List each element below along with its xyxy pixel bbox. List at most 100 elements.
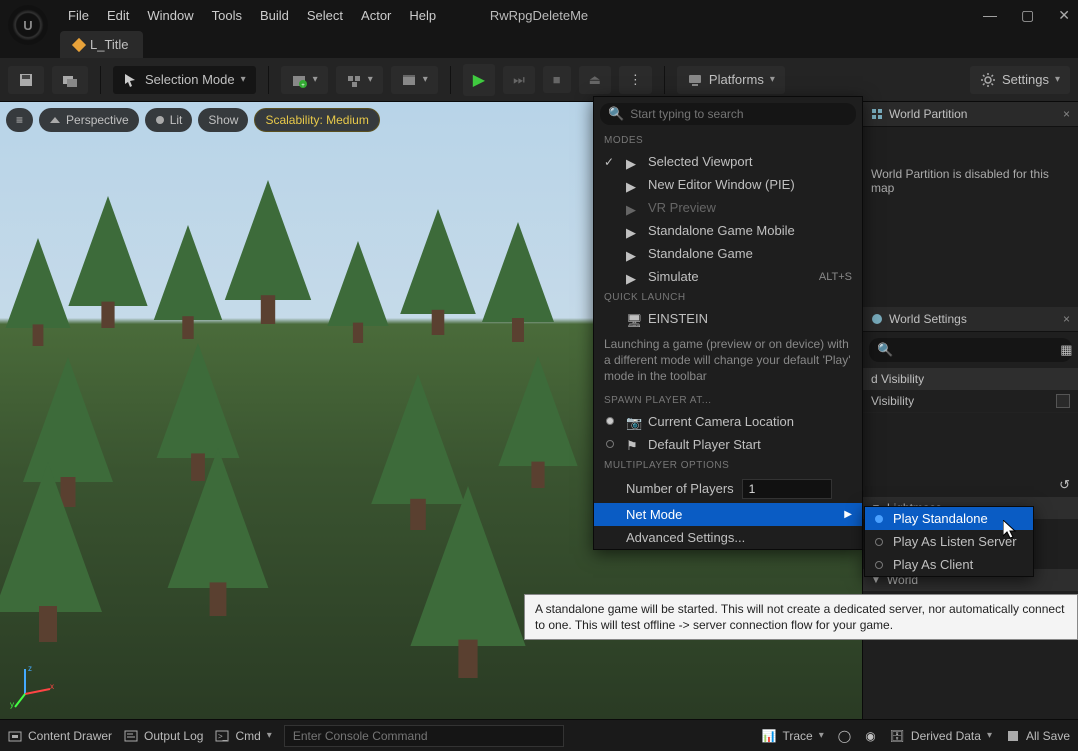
chevron-right-icon: ▶ bbox=[844, 509, 852, 520]
play-icon: ▶ bbox=[626, 156, 640, 168]
svg-text:+: + bbox=[301, 83, 305, 88]
modes-section-label: MODES bbox=[594, 131, 862, 150]
database-icon: 🗄 bbox=[890, 729, 905, 743]
einstein-item[interactable]: 🖥 EINSTEIN bbox=[594, 307, 862, 330]
show-dropdown[interactable]: Show bbox=[198, 108, 248, 132]
menu-file[interactable]: File bbox=[68, 8, 89, 23]
multiplayer-section-label: MULTIPLAYER OPTIONS bbox=[594, 456, 862, 475]
skip-button[interactable]: ⏭ bbox=[503, 66, 535, 94]
visibility-section[interactable]: d Visibility bbox=[863, 368, 1078, 390]
output-log-button[interactable]: Output Log bbox=[124, 729, 203, 743]
cmd-dropdown[interactable]: >_ Cmd ▾ bbox=[215, 729, 271, 743]
tooltip: A standalone game will be started. This … bbox=[524, 594, 1078, 640]
menu-tools[interactable]: Tools bbox=[212, 8, 242, 23]
game-icon: ▶ bbox=[626, 248, 640, 260]
window-icon: ▶ bbox=[626, 179, 640, 191]
eject-button[interactable]: ⏏ bbox=[579, 66, 611, 94]
circle-icon-2[interactable]: ◉ bbox=[865, 729, 875, 743]
settings-label: Settings bbox=[1002, 72, 1049, 87]
radio-icon bbox=[606, 417, 614, 425]
current-camera-item[interactable]: 📷 Current Camera Location bbox=[594, 410, 862, 433]
level-tab-label: L_Title bbox=[90, 37, 129, 52]
menu-window[interactable]: Window bbox=[147, 8, 193, 23]
radio-icon bbox=[875, 515, 883, 523]
menu-actor[interactable]: Actor bbox=[361, 8, 391, 23]
search-icon: 🔍 bbox=[608, 106, 624, 122]
close-icon[interactable]: × bbox=[1063, 312, 1070, 326]
svg-text:z: z bbox=[28, 664, 32, 673]
advanced-settings-item[interactable]: Advanced Settings... bbox=[594, 526, 862, 549]
standalone-mobile-item[interactable]: ▶ Standalone Game Mobile bbox=[594, 219, 862, 242]
dropdown-info-text: Launching a game (preview or on device) … bbox=[594, 330, 862, 391]
new-editor-window-item[interactable]: ▶ New Editor Window (PIE) bbox=[594, 173, 862, 196]
menu-build[interactable]: Build bbox=[260, 8, 289, 23]
play-options-dropdown: 🔍 MODES ✓ ▶ Selected Viewport ▶ New Edit… bbox=[593, 96, 863, 550]
selected-viewport-item[interactable]: ✓ ▶ Selected Viewport bbox=[594, 150, 862, 173]
trace-icon: 📊 bbox=[762, 729, 777, 743]
save-button[interactable] bbox=[8, 66, 44, 94]
close-icon[interactable]: × bbox=[1063, 107, 1070, 121]
visibility-checkbox[interactable] bbox=[1056, 394, 1070, 408]
play-options-button[interactable]: ⋮ bbox=[619, 66, 652, 94]
platforms-label: Platforms bbox=[709, 72, 764, 87]
radio-icon bbox=[606, 440, 614, 448]
axis-gizmo: z x y bbox=[10, 659, 60, 709]
minimize-button[interactable]: — bbox=[983, 7, 997, 24]
level-icon bbox=[72, 37, 86, 51]
num-players-row: Number of Players bbox=[594, 475, 862, 503]
browse-button[interactable] bbox=[52, 66, 88, 94]
add-content-button[interactable]: +▾ bbox=[281, 66, 328, 94]
svg-text:>_: >_ bbox=[218, 732, 228, 741]
scalability-dropdown[interactable]: Scalability: Medium bbox=[254, 108, 379, 132]
dropdown-search-input[interactable] bbox=[630, 107, 848, 121]
derived-data-button[interactable]: 🗄 Derived Data ▾ bbox=[890, 729, 992, 743]
selection-mode-button[interactable]: Selection Mode ▾ bbox=[113, 66, 256, 94]
viewport-hamburger[interactable]: ≡ bbox=[6, 108, 33, 132]
settings-search-input[interactable] bbox=[899, 343, 1054, 357]
svg-text:x: x bbox=[50, 682, 54, 691]
window-controls: — ▢ ✕ bbox=[983, 7, 1070, 24]
camera-icon: 📷 bbox=[626, 415, 640, 427]
play-standalone-item[interactable]: Play Standalone bbox=[865, 507, 1033, 530]
stop-button[interactable]: ■ bbox=[543, 66, 571, 93]
net-mode-item[interactable]: Net Mode ▶ bbox=[594, 503, 862, 526]
standalone-game-item[interactable]: ▶ Standalone Game bbox=[594, 242, 862, 265]
play-client-item[interactable]: Play As Client bbox=[865, 553, 1033, 576]
default-player-start-item[interactable]: ⚑ Default Player Start bbox=[594, 433, 862, 456]
grid-icon[interactable]: ▦ bbox=[1060, 342, 1072, 358]
cinematics-button[interactable]: ▾ bbox=[391, 66, 438, 94]
reset-icon[interactable]: ↺ bbox=[1059, 477, 1070, 492]
play-listen-server-item[interactable]: Play As Listen Server bbox=[865, 530, 1033, 553]
bottom-bar: Content Drawer Output Log >_ Cmd ▾ 📊 Tra… bbox=[0, 719, 1078, 751]
settings-button[interactable]: Settings ▾ bbox=[970, 66, 1070, 94]
app-title: RwRpgDeleteMe bbox=[490, 8, 588, 23]
quick-launch-section-label: QUICK LAUNCH bbox=[594, 288, 862, 307]
vr-preview-item[interactable]: ▶ VR Preview bbox=[594, 196, 862, 219]
content-drawer-button[interactable]: Content Drawer bbox=[8, 729, 112, 743]
perspective-dropdown[interactable]: Perspective bbox=[39, 108, 139, 132]
dropdown-search[interactable]: 🔍 bbox=[600, 103, 856, 125]
maximize-button[interactable]: ▢ bbox=[1021, 7, 1034, 24]
menu-edit[interactable]: Edit bbox=[107, 8, 129, 23]
menu-help[interactable]: Help bbox=[409, 8, 436, 23]
circle-icon-1[interactable]: ◯ bbox=[838, 729, 851, 743]
trace-button[interactable]: 📊 Trace ▾ bbox=[762, 729, 824, 743]
main-menu: File Edit Window Tools Build Select Acto… bbox=[68, 8, 436, 23]
console-input[interactable] bbox=[284, 725, 564, 747]
simulate-item[interactable]: ▶ Simulate ALT+S bbox=[594, 265, 862, 288]
play-button[interactable]: ▶ bbox=[463, 64, 495, 96]
viewport-toolbar-left: ≡ Perspective Lit Show Scalability: Medi… bbox=[6, 108, 380, 132]
lit-dropdown[interactable]: Lit bbox=[145, 108, 193, 132]
device-icon: 🖥 bbox=[626, 313, 640, 325]
world-partition-tab[interactable]: World Partition × bbox=[863, 102, 1078, 127]
save-all-button[interactable]: All Save bbox=[1006, 729, 1070, 743]
platforms-button[interactable]: Platforms ▾ bbox=[677, 66, 785, 94]
close-button[interactable]: ✕ bbox=[1058, 7, 1070, 24]
world-settings-tab[interactable]: World Settings × bbox=[863, 307, 1078, 332]
blueprint-button[interactable]: ▾ bbox=[336, 66, 383, 94]
level-tab[interactable]: L_Title bbox=[60, 31, 143, 58]
menu-select[interactable]: Select bbox=[307, 8, 343, 23]
num-players-input[interactable] bbox=[742, 479, 832, 499]
settings-search[interactable]: 🔍 ▦ ⚙ bbox=[869, 338, 1072, 362]
simulate-icon: ▶ bbox=[626, 271, 640, 283]
